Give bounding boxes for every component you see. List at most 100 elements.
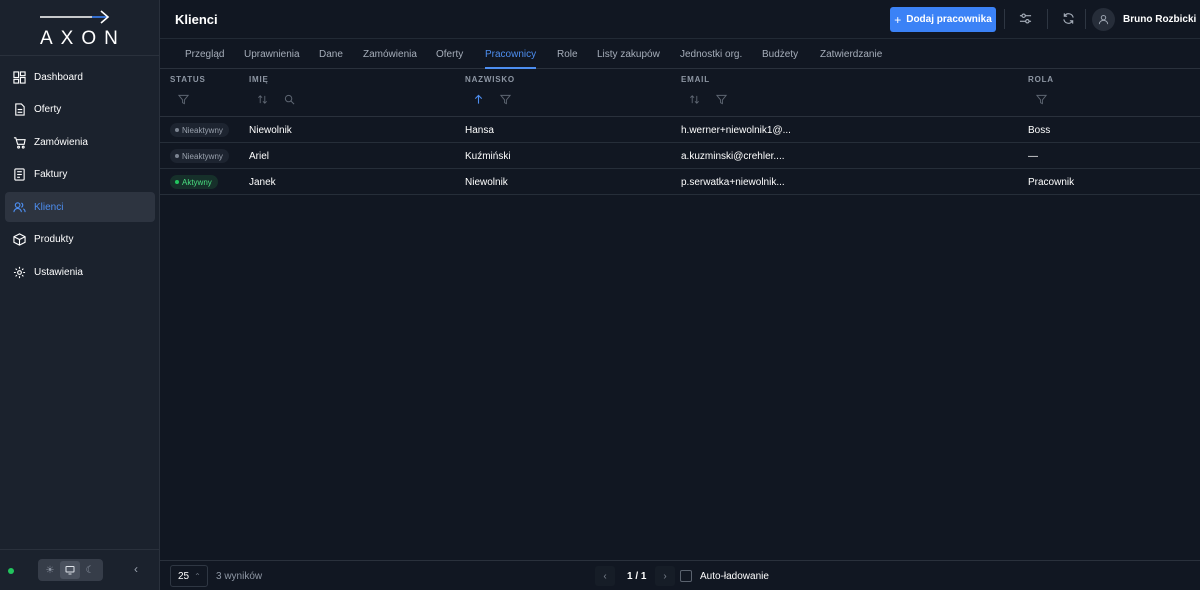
sidebar: AXON Dashboard Oferty Zamówienia Faktury (0, 0, 160, 590)
sidebar-item-klienci[interactable]: Klienci (5, 192, 155, 222)
tab-dane[interactable]: Dane (319, 49, 343, 60)
filter-icon[interactable] (177, 94, 190, 106)
document-icon (12, 103, 26, 117)
next-page-button[interactable]: › (655, 566, 675, 586)
page-info: 1 / 1 (627, 571, 647, 582)
table-footer: 25 ⌃ 3 wyników ‹ 1 / 1 › Auto-ładowanie (160, 560, 1200, 590)
first-name-cell: Janek (249, 177, 276, 188)
tab-zatwierdzanie[interactable]: Zatwierdzanie (820, 49, 882, 60)
sidebar-item-label: Dashboard (34, 71, 83, 83)
table-header: STATUS IMIĘ NAZWISKO EMAIL ROLA (160, 69, 1200, 117)
table-row[interactable]: Aktywny Janek Niewolnik p.serwatka+niewo… (160, 169, 1200, 195)
logo-arrow-icon (40, 10, 110, 24)
last-name-cell: Kuźmiński (465, 151, 511, 162)
tab-zamowienia[interactable]: Zamówienia (363, 49, 417, 60)
per-page-select[interactable]: 25 ⌃ (170, 565, 208, 587)
last-name-cell: Niewolnik (465, 177, 508, 188)
box-icon (12, 233, 26, 247)
role-cell: Boss (1028, 125, 1051, 136)
role-cell: — (1028, 151, 1038, 162)
sidebar-item-label: Oferty (34, 104, 62, 115)
tab-oferty[interactable]: Oferty (436, 49, 463, 60)
email-cell: a.kuzminski@crehler.... (681, 151, 785, 162)
column-header-role[interactable]: ROLA (1028, 75, 1054, 84)
auto-load-label[interactable]: Auto-ładowanie (700, 571, 769, 582)
sidebar-item-label: Faktury (34, 169, 68, 180)
moon-icon[interactable]: ☾ (80, 561, 100, 579)
sort-icon[interactable] (257, 94, 269, 106)
results-count: 3 wyników (216, 571, 263, 582)
sidebar-item-zamowienia[interactable]: Zamówienia (5, 127, 155, 157)
users-icon (12, 200, 26, 214)
sidebar-item-dashboard[interactable]: Dashboard (5, 62, 155, 92)
filter-settings-icon[interactable] (1019, 12, 1033, 26)
tab-uprawnienia[interactable]: Uprawnienia (244, 49, 300, 60)
sidebar-item-oferty[interactable]: Oferty (5, 95, 155, 125)
tab-budzety[interactable]: Budżety (762, 49, 798, 60)
first-name-cell: Niewolnik (249, 125, 292, 136)
sidebar-item-label: Zamówienia (34, 136, 88, 148)
sidebar-nav: Dashboard Oferty Zamówienia Faktury Klie… (5, 62, 155, 290)
chevron-left-icon[interactable]: ‹ (134, 562, 138, 576)
page-title: Klienci (175, 12, 218, 27)
logo[interactable]: AXON (0, 0, 159, 56)
chevron-up-icon: ⌃ (194, 571, 201, 581)
refresh-icon[interactable] (1062, 12, 1076, 26)
status-badge: Aktywny (170, 175, 218, 189)
online-status-dot (8, 568, 14, 574)
divider (1085, 9, 1086, 29)
column-header-first-name[interactable]: IMIĘ (249, 75, 269, 84)
sidebar-item-label: Ustawienia (34, 266, 83, 278)
status-badge: Nieaktywny (170, 149, 229, 163)
sidebar-item-produkty[interactable]: Produkty (5, 225, 155, 255)
filter-icon[interactable] (499, 94, 512, 106)
topbar: Klienci + Dodaj pracownika Bruno Rozbick… (160, 0, 1200, 39)
column-header-email[interactable]: EMAIL (681, 75, 710, 84)
divider (1004, 9, 1005, 29)
sort-ascending-icon[interactable] (473, 94, 485, 106)
status-badge: Nieaktywny (170, 123, 229, 137)
plus-icon: + (894, 12, 902, 27)
email-cell: h.werner+niewolnik1@... (681, 125, 791, 136)
tab-bar: Przegląd Uprawnienia Dane Zamówienia Ofe… (160, 39, 1200, 69)
auto-load-checkbox[interactable] (680, 570, 692, 582)
tab-pracownicy[interactable]: Pracownicy (485, 49, 537, 69)
user-icon (1098, 14, 1109, 25)
divider (1047, 9, 1048, 29)
cart-icon (12, 135, 26, 149)
add-employee-button-label: Dodaj pracownika (906, 14, 992, 25)
theme-switch: ☀ ☾ (38, 559, 103, 581)
per-page-value: 25 (178, 570, 190, 582)
sidebar-item-label: Klienci (34, 201, 64, 213)
email-cell: p.serwatka+niewolnik... (681, 177, 785, 188)
prev-page-button[interactable]: ‹ (595, 566, 615, 586)
sidebar-item-label: Produkty (34, 234, 74, 245)
tab-listy-zakupow[interactable]: Listy zakupów (597, 49, 660, 60)
table-row[interactable]: Nieaktywny Ariel Kuźmiński a.kuzminski@c… (160, 143, 1200, 169)
column-header-status[interactable]: STATUS (170, 75, 206, 84)
logo-text: AXON (40, 28, 126, 49)
tab-jednostki-org[interactable]: Jednostki org. (680, 49, 742, 60)
user-name[interactable]: Bruno Rozbicki (1123, 14, 1196, 25)
dashboard-icon (12, 70, 26, 84)
sidebar-item-faktury[interactable]: Faktury (5, 160, 155, 190)
column-header-last-name[interactable]: NAZWISKO (465, 75, 515, 84)
sort-icon[interactable] (689, 94, 701, 106)
filter-icon[interactable] (715, 94, 728, 106)
last-name-cell: Hansa (465, 125, 494, 136)
invoice-icon (12, 168, 26, 182)
sidebar-footer: ☀ ☾ ‹ (0, 549, 159, 590)
user-avatar[interactable] (1092, 8, 1115, 31)
tab-przeglad[interactable]: Przegląd (185, 49, 224, 60)
sidebar-item-ustawienia[interactable]: Ustawienia (5, 257, 155, 287)
sun-icon[interactable]: ☀ (40, 561, 60, 579)
table-row[interactable]: Nieaktywny Niewolnik Hansa h.werner+niew… (160, 117, 1200, 143)
tab-role[interactable]: Role (557, 49, 578, 60)
add-employee-button[interactable]: + Dodaj pracownika (890, 7, 996, 32)
gear-icon (12, 265, 26, 279)
monitor-icon[interactable] (60, 561, 80, 579)
role-cell: Pracownik (1028, 177, 1075, 188)
first-name-cell: Ariel (249, 151, 270, 162)
search-icon[interactable] (284, 94, 296, 106)
filter-icon[interactable] (1035, 94, 1048, 106)
